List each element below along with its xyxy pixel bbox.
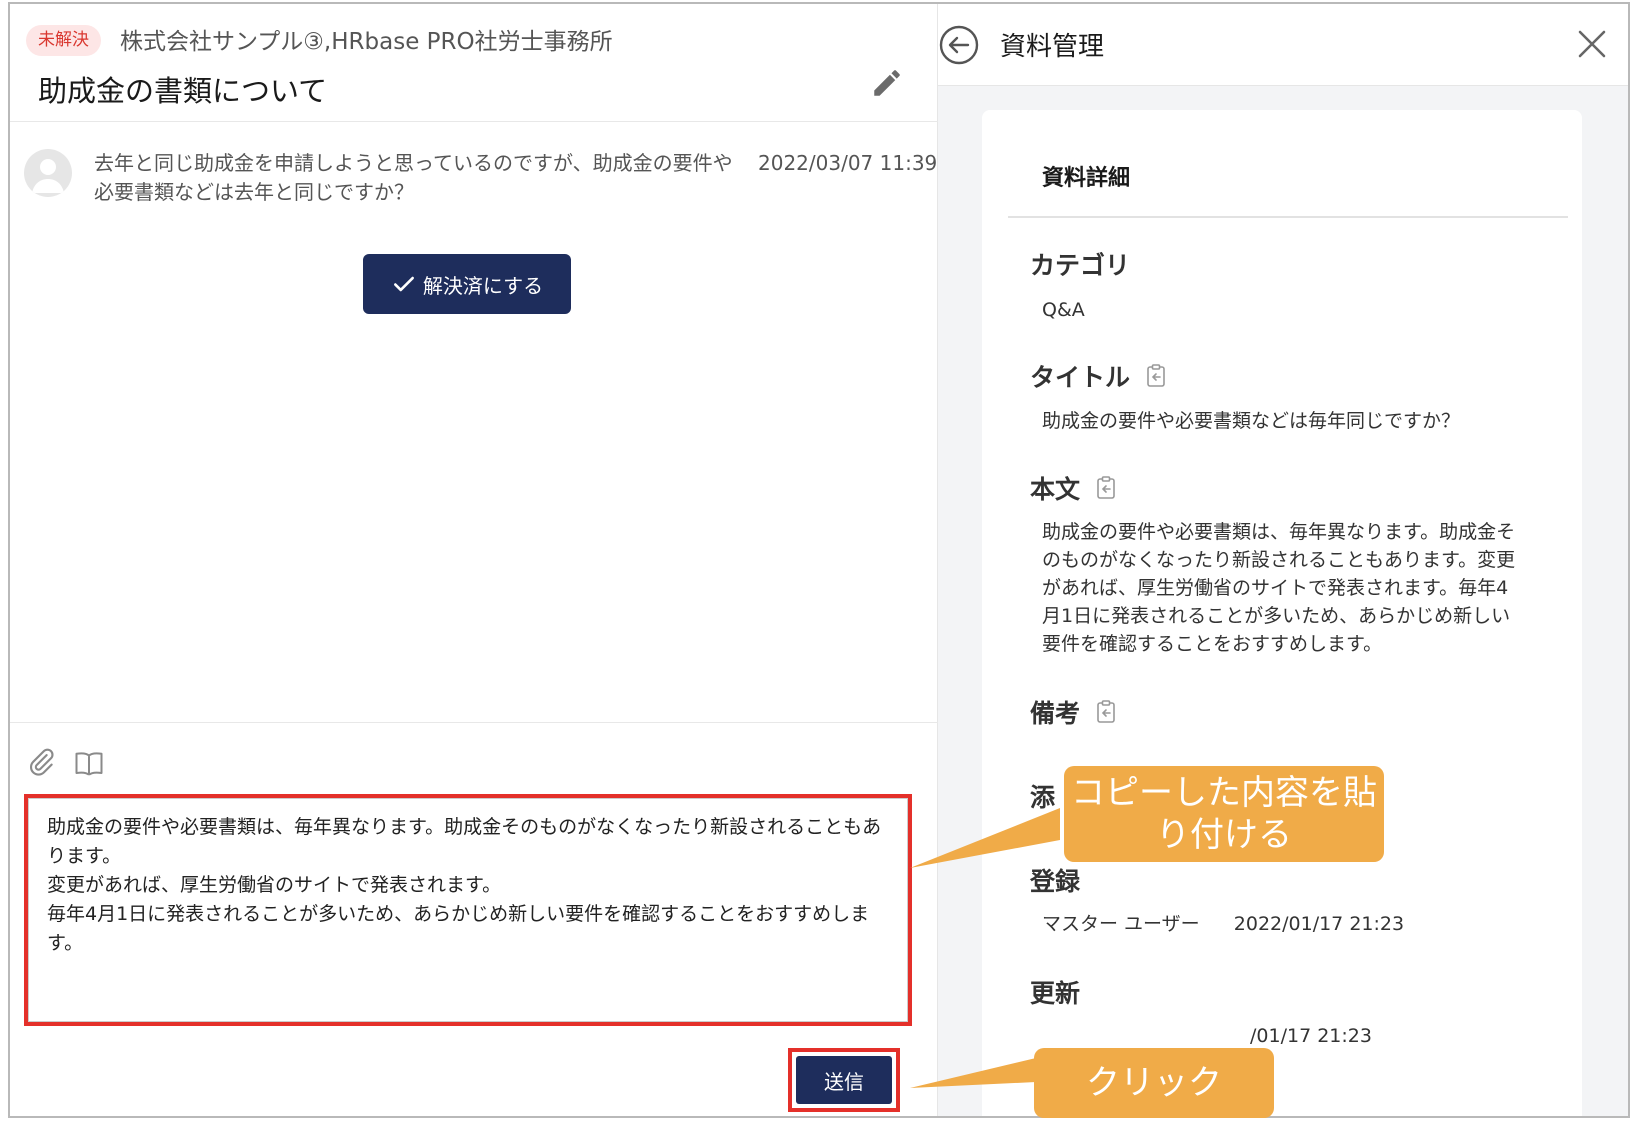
thread-title: 助成金の書類について <box>38 74 328 108</box>
user-icon <box>32 159 64 193</box>
updated-label: 更新 <box>1030 979 1081 1008</box>
app-frame: 未解決 株式会社サンプル③,HRbase PRO社労士事務所 助成金の書類につい… <box>8 2 1630 1118</box>
conversation-panel: 未解決 株式会社サンプル③,HRbase PRO社労士事務所 助成金の書類につい… <box>10 4 938 1116</box>
card-divider <box>1008 216 1568 218</box>
body-value: 助成金の要件や必要書類は、毎年異なります。助成金そのものがなくなったり新設される… <box>1042 521 1516 655</box>
registered-user: マスター ユーザー <box>1042 913 1200 935</box>
thread-header: 未解決 株式会社サンプル③,HRbase PRO社労士事務所 助成金の書類につい… <box>10 4 938 122</box>
copy-icon[interactable] <box>1094 475 1118 501</box>
back-arrow-icon[interactable] <box>938 24 980 66</box>
attachment-label: 添 <box>1030 783 1056 812</box>
paperclip-icon[interactable] <box>26 747 56 777</box>
pencil-icon[interactable] <box>870 66 904 100</box>
reply-input-highlight <box>24 794 912 1026</box>
notes-label: 備考 <box>1030 694 1118 730</box>
body-label: 本文 <box>1030 470 1118 506</box>
document-panel-title: 資料管理 <box>1000 32 1105 62</box>
copy-icon[interactable] <box>1144 363 1168 389</box>
card-title: 資料詳細 <box>1042 166 1131 191</box>
company-name: 株式会社サンプル③,HRbase PRO社労士事務所 <box>120 29 613 55</box>
registered-label: 登録 <box>1030 867 1081 896</box>
book-icon[interactable] <box>74 749 104 777</box>
message-text: 去年と同じ助成金を申請しようと思っているのですが、助成金の要件や必要書類などは去… <box>94 151 733 204</box>
registered-time: 2022/01/17 21:23 <box>1233 913 1405 935</box>
registered-info: マスター ユーザー 2022/01/17 21:23 <box>1042 910 1404 938</box>
copy-icon[interactable] <box>1094 699 1118 725</box>
paste-callout: コピーした内容を貼り付ける <box>1064 766 1384 862</box>
composer-divider <box>10 722 938 723</box>
send-button[interactable]: 送信 <box>796 1056 892 1104</box>
document-detail-card: 資料詳細 カテゴリ Q&A タイトル 助成金の要件や必要書類などは毎年同じですか… <box>982 110 1582 1116</box>
title-label: タイトル <box>1030 358 1168 394</box>
reply-input[interactable] <box>28 798 908 1022</box>
status-badge: 未解決 <box>26 25 101 56</box>
click-callout: クリック <box>1034 1048 1274 1118</box>
close-icon[interactable] <box>1574 26 1610 62</box>
title-value: 助成金の要件や必要書類などは毎年同じですか？ <box>1042 410 1461 432</box>
updated-time: /01/17 21:23 <box>1250 1025 1372 1047</box>
check-icon <box>393 276 414 292</box>
document-panel: 資料管理 資料詳細 カテゴリ Q&A タイトル 助成金の要件や必要書類などは毎年… <box>938 4 1628 1116</box>
category-value: Q&A <box>1042 299 1085 321</box>
resolve-button[interactable]: 解決済にする <box>363 254 571 314</box>
send-button-highlight: 送信 <box>788 1048 900 1112</box>
avatar <box>24 149 72 197</box>
message-time: 2022/03/07 11:39 <box>758 151 938 175</box>
document-panel-header: 資料管理 <box>938 4 1628 86</box>
resolve-button-label: 解決済にする <box>422 273 544 298</box>
category-label: カテゴリ <box>1030 251 1131 280</box>
